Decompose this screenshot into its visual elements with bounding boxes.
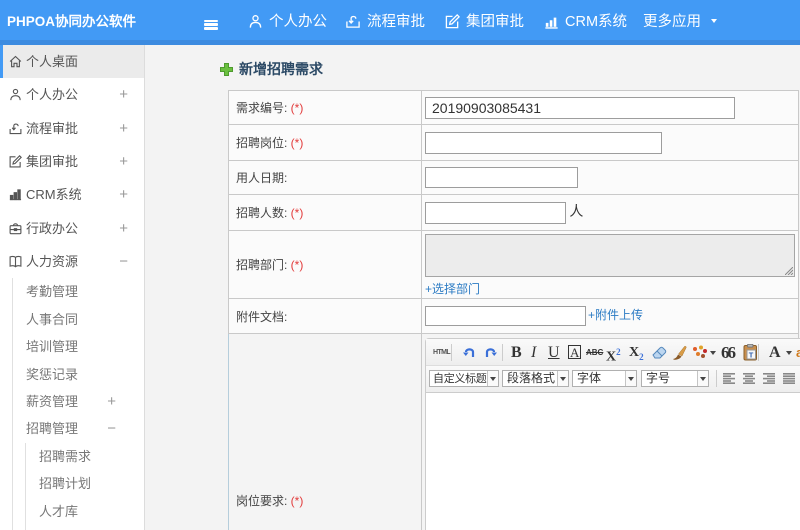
svg-text:T: T	[749, 351, 754, 360]
